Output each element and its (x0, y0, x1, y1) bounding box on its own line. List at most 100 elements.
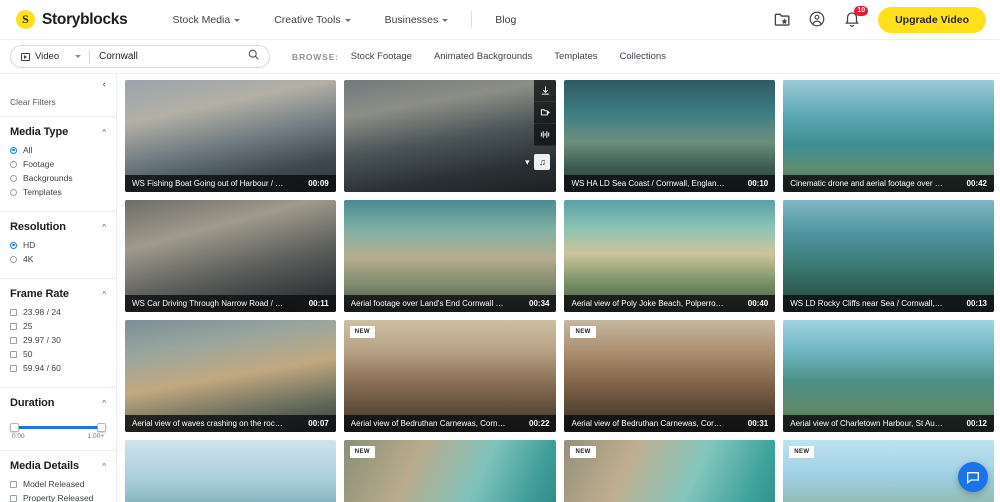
nav-item-businesses[interactable]: Businesses (368, 14, 466, 26)
video-card[interactable]: Cinematic drone and aerial footage over … (783, 80, 994, 192)
filter-option-25[interactable]: 25 (10, 321, 106, 331)
browse-link-templates[interactable]: Templates (554, 51, 597, 62)
filter-section-media-type: Media Type ^ All Footage Backgrounds Tem… (0, 116, 116, 211)
video-hover-bottom-actions: ▾ ♫ (525, 154, 551, 170)
video-title: WS Fishing Boat Going out of Harbour / C… (132, 179, 286, 188)
music-note-icon[interactable]: ♫ (534, 154, 551, 170)
video-title: Aerial view of Poly Joke Beach, Polperro… (571, 299, 724, 308)
media-type-dropdown[interactable]: Video (11, 46, 89, 67)
video-thumbnail (343, 80, 557, 192)
filter-option-backgrounds[interactable]: Backgrounds (10, 173, 106, 183)
radio-icon (10, 241, 17, 249)
duration-slider[interactable]: 0:00 1:00+ (10, 416, 106, 440)
brand-logo[interactable]: S Storyblocks (16, 10, 128, 29)
video-card-bar: WS HA LD Sea Coast / Cornwall, England, … (564, 175, 776, 192)
filter-header[interactable]: Resolution ^ (10, 221, 106, 233)
results-row: WS Car Driving Through Narrow Road / Cor… (125, 200, 994, 312)
checkbox-icon (10, 494, 17, 502)
video-duration: 00:09 (308, 179, 329, 188)
nav-label: Stock Media (172, 13, 231, 26)
nav-item-blog[interactable]: Blog (478, 14, 533, 26)
nav-item-creative-tools[interactable]: Creative Tools (257, 14, 367, 26)
edit-waveform-icon[interactable] (534, 124, 557, 146)
video-duration: 00:12 (966, 419, 987, 428)
nav-item-stock-media[interactable]: Stock Media (155, 14, 257, 26)
video-title: WS Car Driving Through Narrow Road / Cor… (132, 299, 286, 308)
slider-track[interactable] (10, 423, 106, 432)
video-card[interactable]: NEW (564, 440, 776, 502)
account-icon[interactable] (808, 10, 827, 29)
filter-header[interactable]: Duration ^ (10, 397, 106, 409)
video-card-hovered[interactable]: ▾ ♫ (343, 80, 557, 192)
chat-bubble-button[interactable] (958, 462, 988, 492)
search-input[interactable] (99, 51, 239, 62)
video-card-bar: Cinematic drone and aerial footage over … (783, 175, 994, 192)
filter-option-hd[interactable]: HD (10, 240, 106, 250)
filter-option-property-released[interactable]: Property Released (10, 493, 106, 502)
browse-link-stock-footage[interactable]: Stock Footage (351, 51, 412, 62)
video-card-bar: WS Car Driving Through Narrow Road / Cor… (125, 295, 336, 312)
clear-filters-button[interactable]: Clear Filters (0, 95, 116, 116)
filter-header[interactable]: Media Type ^ (10, 126, 106, 138)
filter-option-templates[interactable]: Templates (10, 187, 106, 197)
video-card-bar: Aerial view of Poly Joke Beach, Polperro… (564, 295, 776, 312)
new-badge: NEW (570, 326, 596, 338)
video-card[interactable]: NEW Aerial view of Bedruthan Carnewas, C… (343, 320, 557, 432)
results-row: WS Fishing Boat Going out of Harbour / C… (125, 80, 994, 192)
video-card[interactable]: WS Car Driving Through Narrow Road / Cor… (125, 200, 336, 312)
filter-option-footage[interactable]: Footage (10, 159, 106, 169)
filter-option-2398-24[interactable]: 23.98 / 24 (10, 307, 106, 317)
video-card[interactable]: Aerial view of Charletown Harbour, St Au… (783, 320, 994, 432)
checkbox-icon (10, 308, 17, 316)
download-icon[interactable] (534, 80, 557, 102)
video-card[interactable]: WS LD Rocky Cliffs near Sea / Cornwall, … (783, 200, 994, 312)
add-to-folder-icon[interactable] (534, 102, 557, 124)
video-card[interactable]: NEW Aerial view of Bedruthan Carnewas, C… (564, 320, 776, 432)
filter-option-2997-30[interactable]: 29.97 / 30 (10, 335, 106, 345)
video-duration: 00:40 (747, 299, 769, 308)
filter-header[interactable]: Media Details ^ (10, 460, 106, 472)
slider-handle-max[interactable] (97, 423, 106, 432)
video-hover-actions (534, 80, 557, 146)
video-card[interactable]: Aerial view of Poly Joke Beach, Polperro… (564, 200, 776, 312)
filter-option-4k[interactable]: 4K (10, 254, 106, 264)
option-label: 59.94 / 60 (23, 363, 61, 373)
video-card[interactable]: WS Fishing Boat Going out of Harbour / C… (125, 80, 336, 192)
chevron-up-icon: ^ (102, 398, 106, 408)
video-thumbnail (125, 440, 336, 502)
option-label: Backgrounds (23, 173, 73, 183)
upgrade-video-button[interactable]: Upgrade Video (878, 6, 986, 33)
results-row-partial: NEW NEW NEW (125, 440, 994, 502)
nav-label: Blog (495, 13, 517, 26)
filter-option-5994-60[interactable]: 59.94 / 60 (10, 363, 106, 373)
video-card[interactable]: WS HA LD Sea Coast / Cornwall, England, … (564, 80, 776, 192)
browse-link-animated-backgrounds[interactable]: Animated Backgrounds (434, 51, 532, 62)
filter-option-50[interactable]: 50 (10, 349, 106, 359)
option-label: 4K (23, 254, 34, 264)
video-title: WS LD Rocky Cliffs near Sea / Cornwall, … (790, 299, 943, 308)
search-box: Video (10, 45, 270, 68)
video-title: Aerial view of Bedruthan Carnewas, Cornw… (571, 419, 724, 428)
page-body: ‹ Clear Filters Media Type ^ All Footage… (0, 74, 1000, 502)
filter-option-model-released[interactable]: Model Released (10, 479, 106, 489)
collapse-sidebar-icon[interactable]: ‹ (103, 79, 106, 90)
filter-header[interactable]: Frame Rate ^ (10, 288, 106, 300)
video-card[interactable] (125, 440, 336, 502)
video-title: Aerial view of Bedruthan Carnewas, Cornw… (350, 419, 506, 428)
video-card-bar: WS Fishing Boat Going out of Harbour / C… (125, 175, 336, 192)
video-card[interactable]: Aerial view of waves crashing on the roc… (125, 320, 336, 432)
chevron-down-icon[interactable]: ▾ (525, 157, 530, 168)
video-card[interactable]: NEW (343, 440, 557, 502)
new-badge: NEW (789, 446, 815, 458)
search-icon[interactable] (247, 48, 260, 66)
sidebar-collapse-row: ‹ (0, 74, 116, 95)
video-card-bar: Aerial view of waves crashing on the roc… (125, 415, 336, 432)
slider-handle-min[interactable] (10, 423, 19, 432)
chevron-up-icon: ^ (102, 461, 106, 471)
browse-link-collections[interactable]: Collections (620, 51, 666, 62)
notification-bell-icon[interactable]: 10 (843, 6, 869, 29)
video-card-bar: Aerial footage over Land's End Cornwall … (343, 295, 557, 312)
video-card[interactable]: Aerial footage over Land's End Cornwall … (343, 200, 557, 312)
folder-star-icon[interactable] (773, 10, 792, 29)
filter-option-all[interactable]: All (10, 145, 106, 155)
